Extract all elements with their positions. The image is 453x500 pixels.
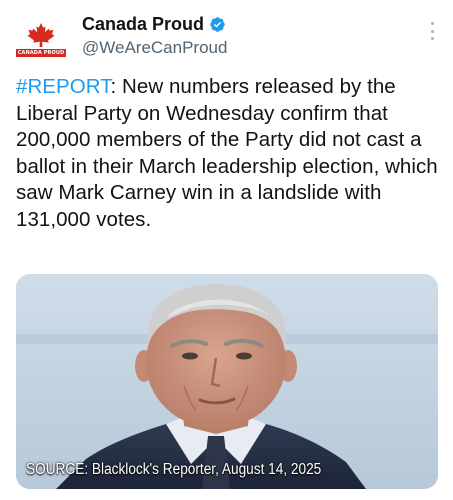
hashtag-link[interactable]: #REPORT [16,75,111,98]
display-name[interactable]: Canada Proud [82,13,204,35]
tweet-text: #REPORT: New numbers released by the Lib… [16,74,444,234]
media-caption: SOURCE: Blacklock's Reporter, August 14,… [26,461,322,478]
tweet-body: : New numbers released by the Liberal Pa… [16,75,438,231]
tweet-media-photo[interactable]: SOURCE: Blacklock's Reporter, August 14,… [16,274,438,489]
more-vertical-icon[interactable] [429,22,435,40]
author-handle[interactable]: @WeAreCanProud [82,38,227,58]
tweet-card: CANADA PROUD Canada Proud @WeAreCanProud… [0,0,453,500]
author-name-row: Canada Proud [82,13,226,35]
avatar-logo-text: CANADA PROUD [15,48,67,57]
avatar[interactable]: CANADA PROUD [15,14,67,64]
portrait-photo [16,274,438,489]
maple-leaf-icon [27,22,55,47]
verified-badge-icon [210,16,225,32]
